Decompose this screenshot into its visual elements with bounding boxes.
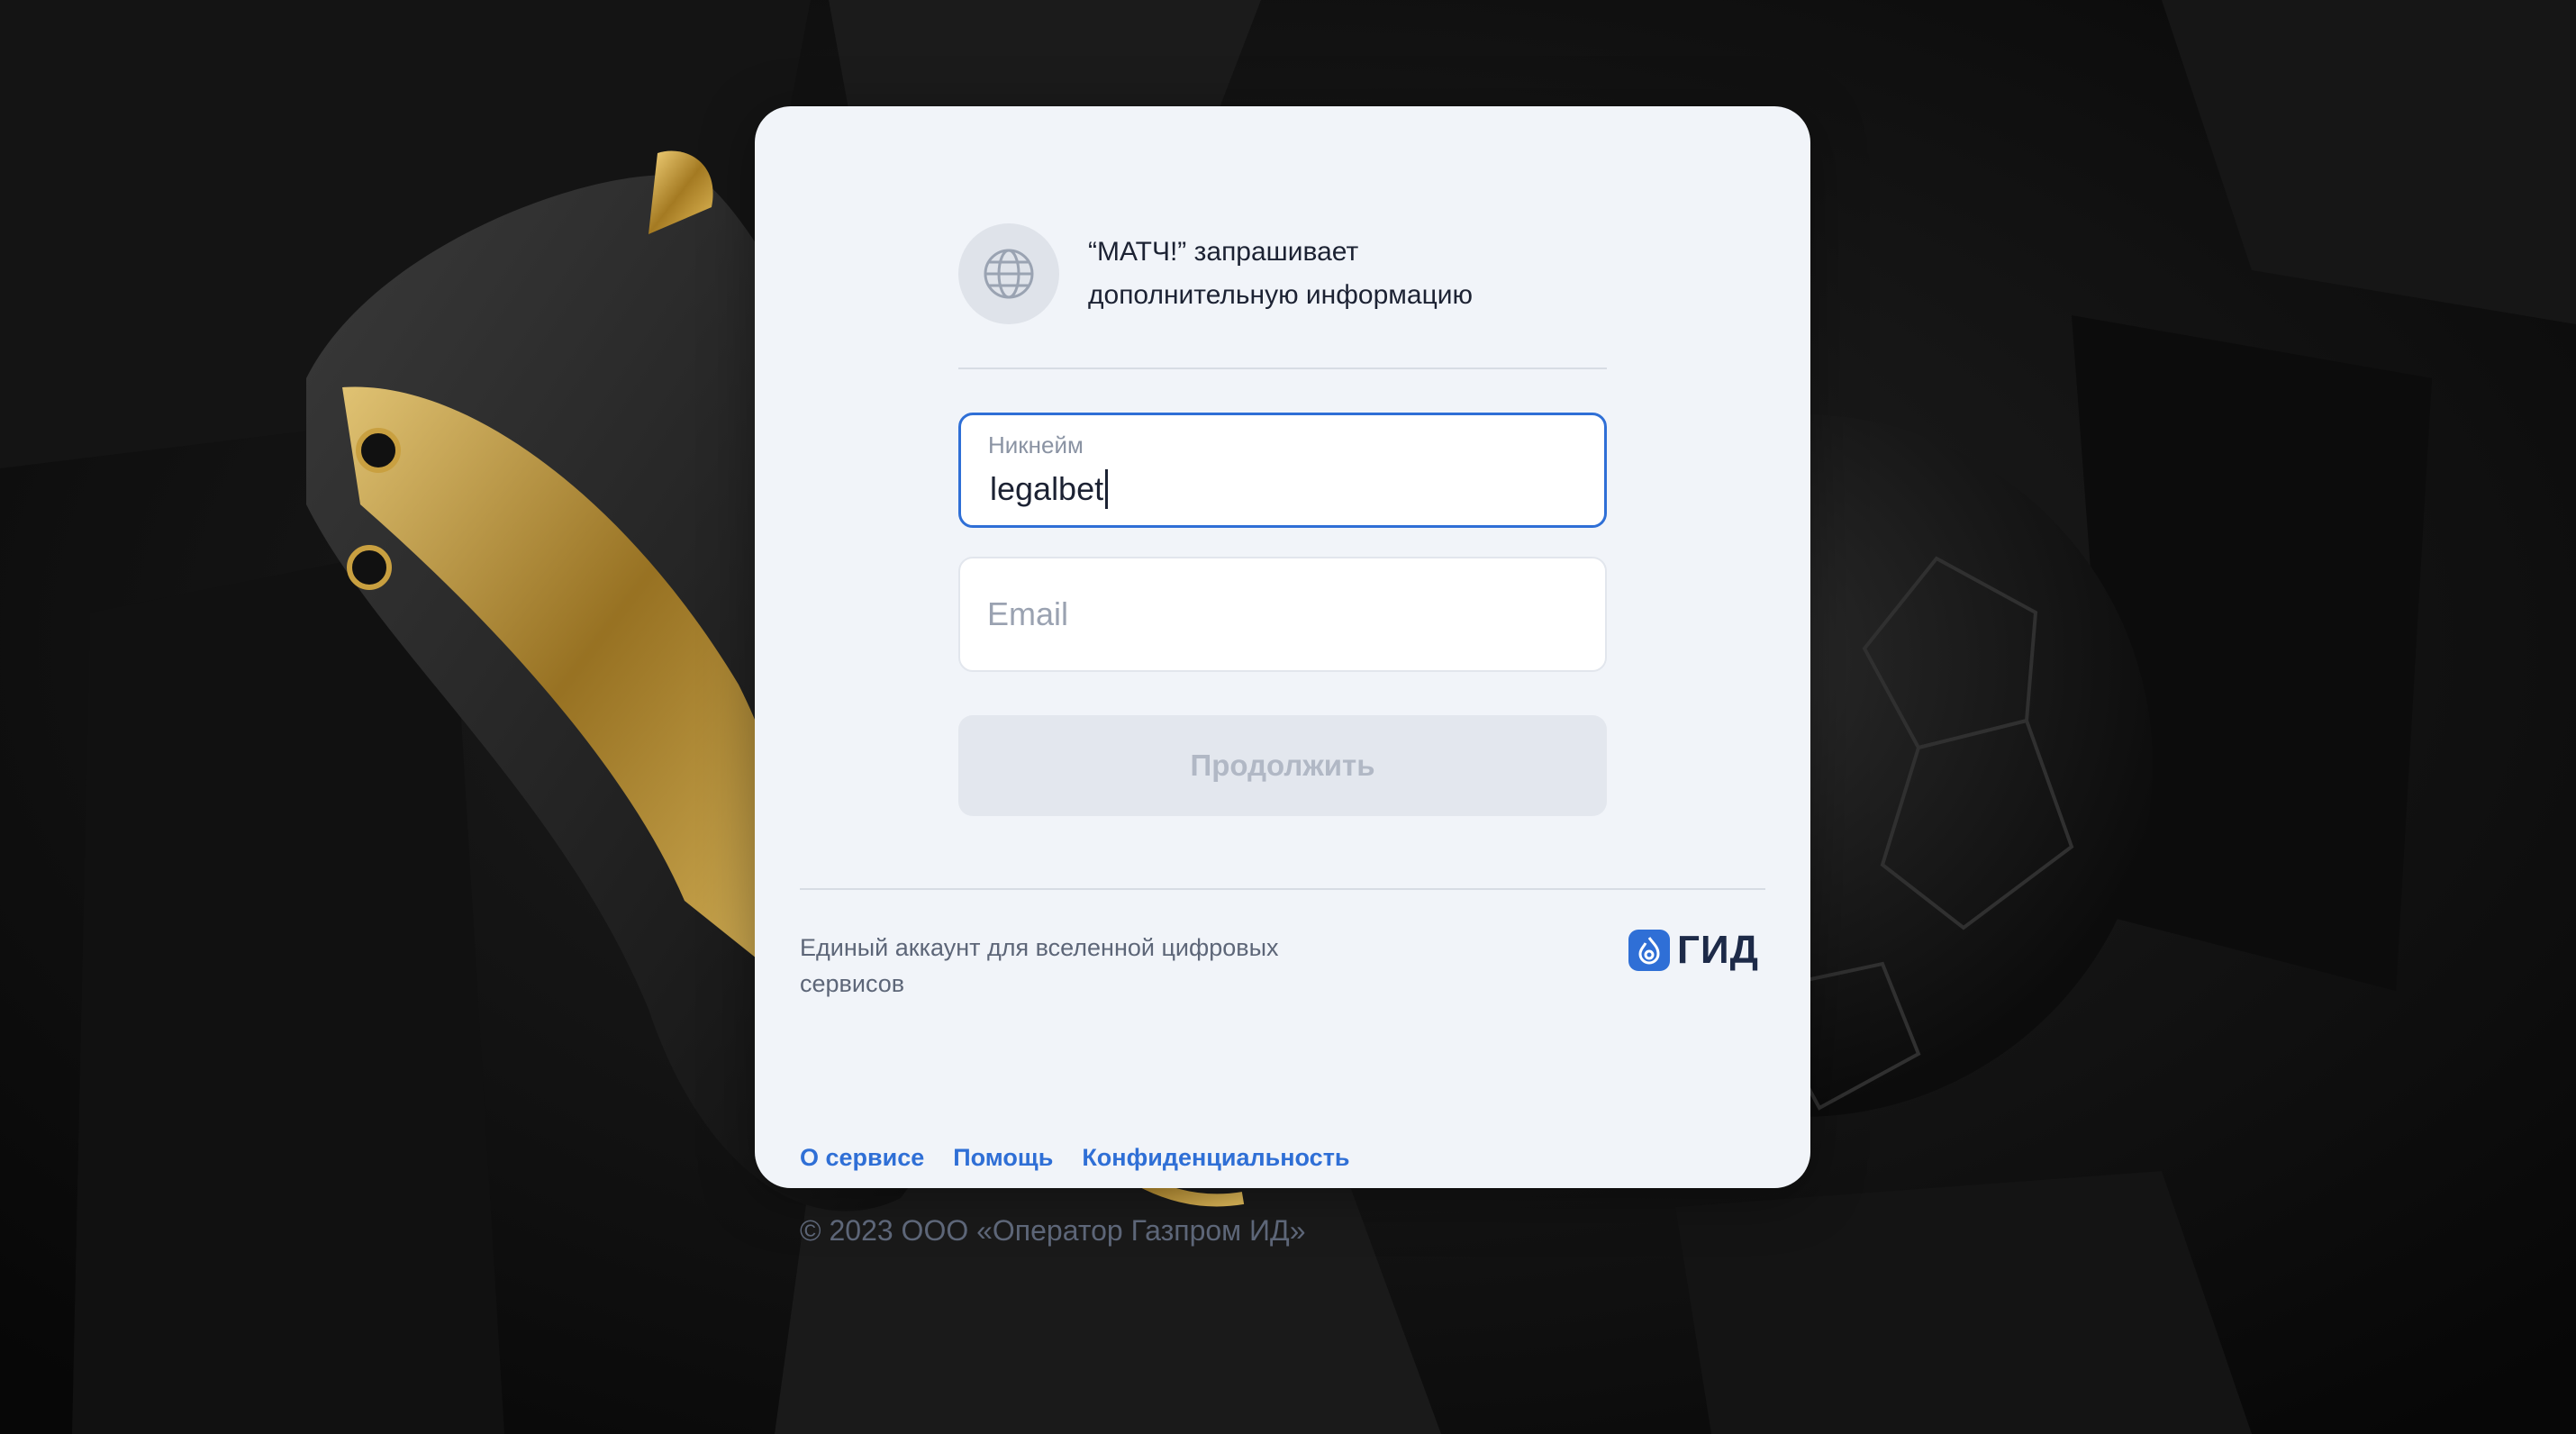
gid-logo-text: ГИД bbox=[1677, 928, 1759, 972]
nickname-field[interactable]: Никнейм legalbet bbox=[958, 413, 1607, 528]
about-link[interactable]: О сервисе bbox=[800, 1144, 924, 1172]
nickname-label: Никнейм bbox=[988, 431, 1084, 458]
footer-links: О сервисе Помощь Конфиденциальность bbox=[800, 1144, 1350, 1172]
nickname-value-text: legalbet bbox=[990, 470, 1104, 507]
request-line-1: “МАТЧ!” запрашивает bbox=[1088, 237, 1359, 267]
request-message: “МАТЧ!” запрашивает дополнительную инфор… bbox=[1088, 231, 1473, 317]
help-link[interactable]: Помощь bbox=[953, 1144, 1053, 1172]
copyright: © 2023 ООО «Оператор Газпром ИД» bbox=[800, 1214, 1306, 1247]
privacy-link[interactable]: Конфиденциальность bbox=[1082, 1144, 1349, 1172]
email-input[interactable] bbox=[960, 558, 1605, 670]
nickname-value[interactable]: legalbet bbox=[990, 469, 1109, 509]
divider bbox=[958, 368, 1607, 369]
text-caret bbox=[1105, 469, 1109, 509]
continue-button[interactable]: Продолжить bbox=[958, 715, 1607, 816]
gid-logo: ГИД bbox=[1628, 928, 1759, 973]
email-field[interactable] bbox=[958, 557, 1607, 672]
request-line-2: дополнительную информацию bbox=[1088, 280, 1474, 310]
service-tagline: Единый аккаунт для вселенной цифровых се… bbox=[800, 934, 1279, 997]
auth-card: “МАТЧ!” запрашивает дополнительную инфор… bbox=[755, 106, 1810, 1247]
globe-icon bbox=[958, 223, 1059, 324]
divider bbox=[800, 888, 1765, 890]
flame-icon bbox=[1628, 930, 1670, 971]
request-header: “МАТЧ!” запрашивает дополнительную инфор… bbox=[958, 223, 1473, 324]
